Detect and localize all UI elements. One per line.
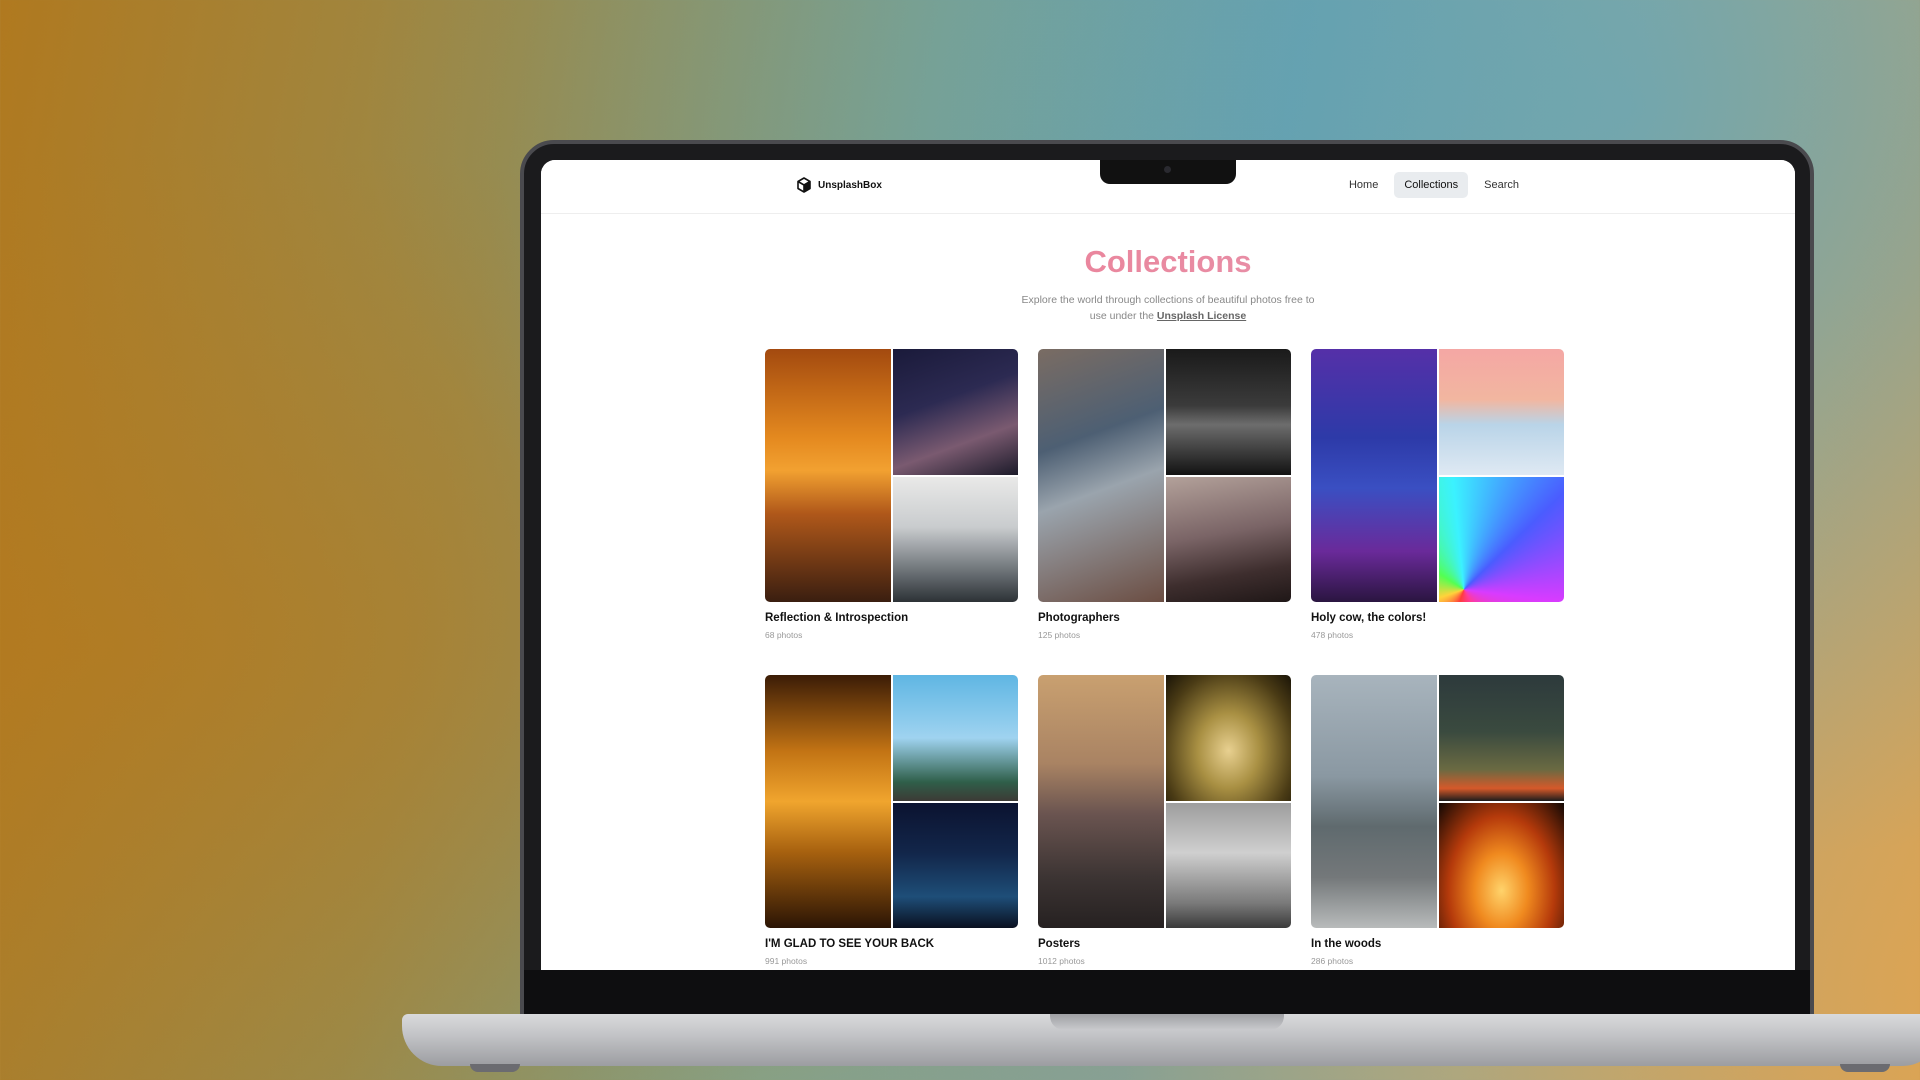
collection-mosaic[interactable] [1038,675,1291,928]
laptop-foot [1840,1064,1890,1072]
collection-photo-main [1311,349,1437,602]
collection-photo-top [892,349,1018,475]
collection-card[interactable]: I'M GLAD TO SEE YOUR BACK 991 photos [765,675,1018,966]
nav-links: Home Collections Search [1339,172,1529,198]
collection-mosaic[interactable] [1311,349,1564,602]
collection-photo-bottom [1438,476,1564,602]
collection-title[interactable]: Holy cow, the colors! [1311,612,1564,624]
collection-photo-top [1438,349,1564,475]
license-link[interactable]: Unsplash License [1157,310,1246,322]
collection-mosaic[interactable] [1311,675,1564,928]
cube-icon [797,177,811,193]
collection-title[interactable]: I'M GLAD TO SEE YOUR BACK [765,938,1018,950]
collection-photo-main [1038,675,1164,928]
collection-title[interactable]: Reflection & Introspection [765,612,1018,624]
collection-card[interactable]: Holy cow, the colors! 478 photos [1311,349,1564,640]
collection-photo-top [1165,349,1291,475]
collection-card[interactable]: Reflection & Introspection 68 photos [765,349,1018,640]
collection-photo-main [765,675,891,928]
nav-search[interactable]: Search [1474,172,1529,198]
laptop-foot [470,1064,520,1072]
collection-count: 68 photos [765,630,803,640]
collection-count: 991 photos [765,956,808,966]
nav-home[interactable]: Home [1339,172,1388,198]
collection-title[interactable]: Photographers [1038,612,1291,624]
brand-name: UnsplashBox [818,179,882,191]
brand-logo[interactable]: UnsplashBox [796,177,882,193]
collection-photo-top [892,675,1018,801]
collection-mosaic[interactable] [765,349,1018,602]
collection-mosaic[interactable] [1038,349,1291,602]
collection-title[interactable]: In the woods [1311,938,1564,950]
collection-card[interactable]: Posters 1012 photos [1038,675,1291,966]
collection-photo-bottom [1165,476,1291,602]
collection-count: 125 photos [1038,630,1081,640]
page-title: Collections [541,244,1795,280]
collection-card[interactable]: Photographers 125 photos [1038,349,1291,640]
laptop-bezel [524,970,1810,1014]
laptop-screen: UnsplashBox Home Collections Search Coll… [541,160,1795,970]
collection-count: 478 photos [1311,630,1354,640]
collection-photo-bottom [892,802,1018,928]
collection-photo-bottom [1165,802,1291,928]
collection-photo-main [1311,675,1437,928]
laptop-base-groove [1050,1014,1284,1030]
collection-photo-main [1038,349,1164,602]
collection-card[interactable]: In the woods 286 photos [1311,675,1564,966]
collection-photo-bottom [1438,802,1564,928]
collection-photo-bottom [892,476,1018,602]
collection-count: 1012 photos [1038,956,1085,966]
collection-title[interactable]: Posters [1038,938,1291,950]
nav-collections[interactable]: Collections [1394,172,1469,198]
camera-notch [1100,160,1236,184]
page-subtitle: Explore the world through collections of… [1018,292,1318,324]
collection-mosaic[interactable] [765,675,1018,928]
collection-photo-top [1165,675,1291,801]
collection-photo-main [765,349,891,602]
collection-count: 286 photos [1311,956,1354,966]
collection-photo-top [1438,675,1564,801]
